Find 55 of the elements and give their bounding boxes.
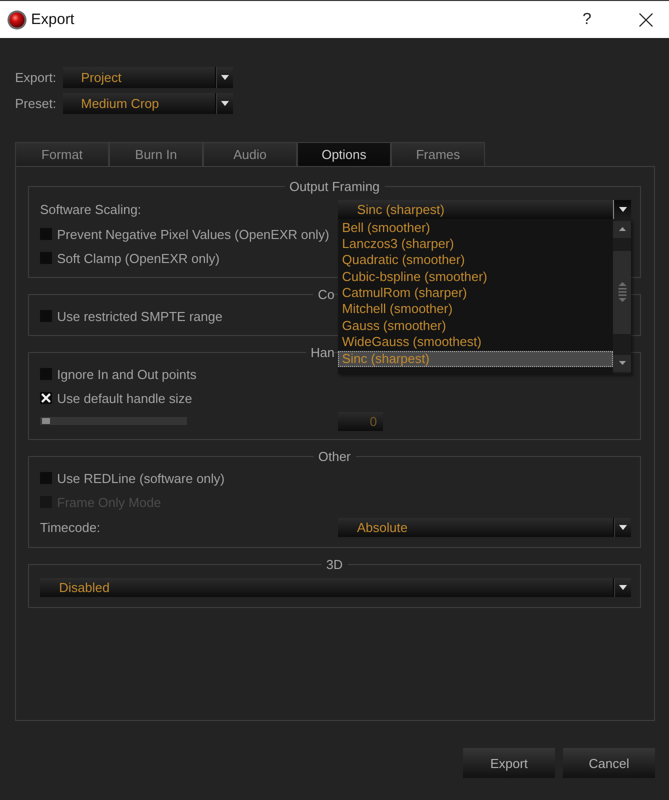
field-label: Timecode: [40,520,102,534]
checkbox-label: Ignore In and Out points [57,366,196,382]
caret-icon [220,101,228,106]
dropdown-option[interactable]: Lanczos3 (sharper) [338,236,613,252]
tab[interactable]: Format [15,142,109,166]
group-title: 3D [321,557,348,572]
group-title: Other [313,449,356,464]
grip-icon [618,282,626,302]
group-title: Output Framing [284,179,385,194]
checkbox[interactable] [40,392,52,404]
cross-mark-icon [41,393,51,403]
dropdown[interactable]: Sinc (sharpest) [338,200,631,218]
up-arrow-icon [618,227,626,231]
checkbox-label: Soft Clamp (OpenEXR only) [57,250,220,266]
close-icon [639,12,653,26]
caret-icon [618,206,626,212]
dialog-button[interactable]: Export [463,748,555,778]
dropdown[interactable]: Disabled [40,578,631,596]
window-title: Export [31,11,74,28]
slider-thumb[interactable] [42,418,50,424]
checkbox-label: Use restricted SMPTE range [57,308,222,324]
scrollbar[interactable] [613,218,631,374]
group-title: Co [312,287,334,302]
group-title: Han [306,345,334,360]
dropdown-option[interactable]: Quadratic (smoother) [338,252,613,269]
dropdown-option[interactable]: Bell (smoother) [338,220,613,236]
tab[interactable]: Options [297,142,391,166]
dropdown[interactable]: Absolute [338,518,631,536]
dropdown-option[interactable]: CatmulRom (sharper) [338,285,613,302]
checkbox-label: Prevent Negative Pixel Values (OpenEXR only) [57,226,330,242]
dropdown-option[interactable]: Cubic-bspline (smoother) [338,268,613,286]
dialog-button[interactable]: Cancel [563,748,655,778]
dropdown-option[interactable]: Mitchell (smoother) [338,301,613,318]
app-icon [7,10,27,30]
dropdown-option[interactable]: WideGauss (smoothest) [338,334,613,351]
scroll-thumb[interactable] [613,250,631,334]
field-label: Export: [15,70,58,85]
field-label: Software Scaling: [40,202,142,216]
checkbox-label: Use default handle size [57,390,192,406]
help-button[interactable]: ? [564,1,610,38]
caret-icon [618,524,626,530]
checkbox-label: Use REDLine (software only) [57,470,225,486]
slider-track[interactable] [40,417,187,425]
tab[interactable]: Audio [203,142,297,166]
field-label: Preset: [15,96,58,111]
tab[interactable]: Burn In [109,142,203,166]
scroll-down-button[interactable] [613,354,631,372]
scroll-up-button[interactable] [613,220,631,238]
dropdown[interactable]: Project [63,67,233,88]
caret-icon [618,584,626,590]
dropdown[interactable]: Medium Crop [63,93,233,114]
caret-icon [220,75,228,80]
down-arrow-icon [618,361,626,365]
tab[interactable]: Frames [391,142,485,166]
dropdown-option[interactable]: Gauss (smoother) [338,318,613,334]
